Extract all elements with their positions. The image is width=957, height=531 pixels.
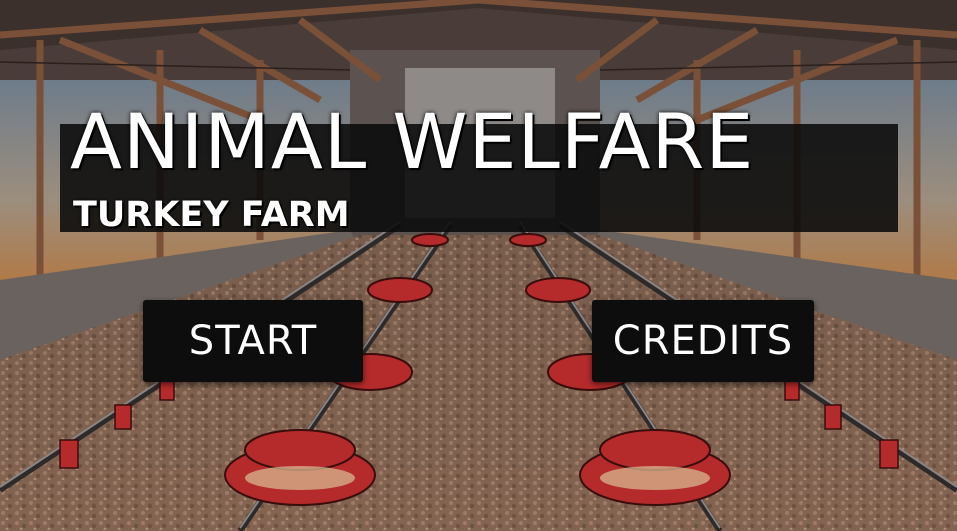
start-button[interactable]: START <box>143 300 363 382</box>
game-subtitle: TURKEY FARM <box>73 195 350 235</box>
barn-illustration <box>0 0 957 531</box>
credits-button[interactable]: CREDITS <box>592 300 814 382</box>
barn-background <box>0 0 957 531</box>
game-title: ANIMAL WELFARE <box>70 97 755 186</box>
